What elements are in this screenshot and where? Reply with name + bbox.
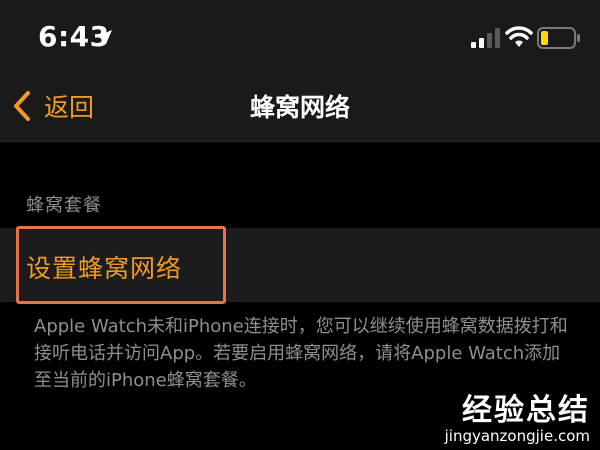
battery-icon xyxy=(537,27,580,49)
navigation-bar: 返回 蜂窝网络 xyxy=(0,68,600,142)
section-header: 蜂窝套餐 xyxy=(26,195,102,216)
watermark-url: jingyanzongjie.com xyxy=(444,427,590,445)
watermark: 经验总结 jingyanzongjie.com xyxy=(444,393,590,445)
location-arrow-icon xyxy=(98,30,112,44)
wifi-icon xyxy=(505,26,533,47)
section-footer: Apple Watch未和iPhone连接时，您可以继续使用蜂窝数据拨打和接听电… xyxy=(34,316,568,391)
cellular-signal-icon xyxy=(471,28,500,48)
watermark-brand: 经验总结 xyxy=(462,393,590,428)
setup-cellular-label[interactable]: 设置蜂窝网络 xyxy=(26,249,182,285)
page-title: 蜂窝网络 xyxy=(249,93,350,122)
status-bar: 6:43 xyxy=(0,0,600,68)
